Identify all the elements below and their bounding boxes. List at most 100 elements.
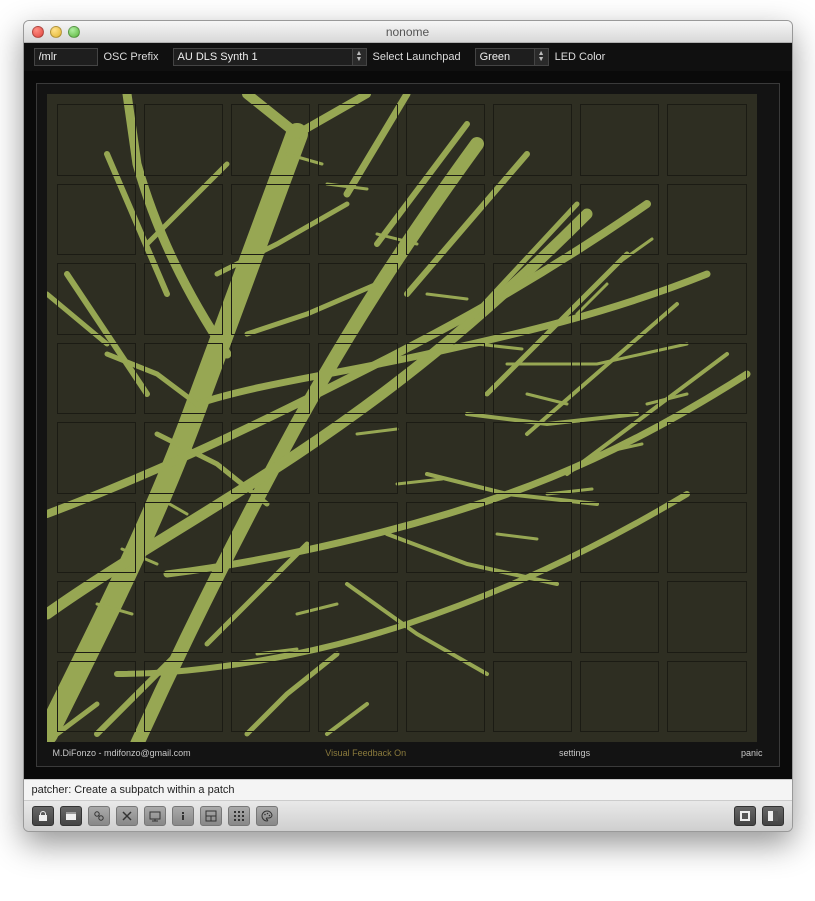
app-window: nonome OSC Prefix AU DLS Synth 1 ▲▼ Sele… [23,20,793,832]
pad-cell[interactable] [493,343,572,415]
pad-cell[interactable] [318,343,397,415]
bottom-toolbar [24,801,792,831]
osc-prefix-label: OSC Prefix [104,51,159,63]
pad-cell[interactable] [580,184,659,256]
pad-cell[interactable] [580,502,659,574]
pad-cell[interactable] [144,263,223,335]
pad-cell[interactable] [318,502,397,574]
pad-cell[interactable] [57,661,136,733]
osc-prefix-input[interactable] [34,48,98,66]
pad-cell[interactable] [318,104,397,176]
pad-cell[interactable] [406,104,485,176]
zoom-icon[interactable] [68,26,80,38]
pad-cell[interactable] [667,263,746,335]
pad-cell[interactable] [144,343,223,415]
pad-cell[interactable] [231,184,310,256]
pad-cell[interactable] [318,263,397,335]
lock-icon[interactable] [32,806,54,826]
led-color-label: LED Color [555,51,606,63]
close-x-icon[interactable] [116,806,138,826]
panic-button[interactable]: panic [679,748,763,758]
pad-cell[interactable] [57,104,136,176]
updown-icon[interactable]: ▲▼ [535,48,549,66]
window-icon[interactable] [60,806,82,826]
pad-cell[interactable] [57,502,136,574]
window-title: nonome [24,25,792,39]
pad-cell[interactable] [406,502,485,574]
pad-cell[interactable] [493,184,572,256]
pad-cell[interactable] [667,104,746,176]
link-icon[interactable] [88,806,110,826]
pad-cell[interactable] [493,104,572,176]
pad-cell[interactable] [667,502,746,574]
pad-cell[interactable] [493,581,572,653]
pad-cell[interactable] [406,581,485,653]
stage-footer: M.DiFonzo - mdifonzo@gmail.com Visual Fe… [47,742,769,760]
pad-cell[interactable] [406,422,485,494]
layout-icon[interactable] [200,806,222,826]
feedback-toggle[interactable]: Visual Feedback On [261,748,470,758]
pad-cell[interactable] [580,263,659,335]
pad-cell[interactable] [580,422,659,494]
pad-cell[interactable] [57,184,136,256]
pad-cell[interactable] [144,184,223,256]
pad-cell[interactable] [406,263,485,335]
topbar: OSC Prefix AU DLS Synth 1 ▲▼ Select Laun… [24,43,792,71]
titlebar[interactable]: nonome [24,21,792,43]
pad-cell[interactable] [318,661,397,733]
pad-cell[interactable] [493,661,572,733]
close-icon[interactable] [32,26,44,38]
minimize-icon[interactable] [50,26,62,38]
pad-cell[interactable] [231,581,310,653]
pad-cell[interactable] [231,104,310,176]
pad-cell[interactable] [580,581,659,653]
pad-cell[interactable] [231,661,310,733]
updown-icon[interactable]: ▲▼ [353,48,367,66]
led-color-value: Green [480,51,511,63]
traffic-lights [24,26,80,38]
pad-cell[interactable] [57,581,136,653]
pad-cell[interactable] [144,502,223,574]
pad-cell[interactable] [493,502,572,574]
pad-cell[interactable] [406,184,485,256]
settings-button[interactable]: settings [470,748,679,758]
pad-cell[interactable] [231,422,310,494]
view-compact-icon[interactable] [734,806,756,826]
pad-cell[interactable] [667,343,746,415]
palette-icon[interactable] [256,806,278,826]
led-color-select[interactable]: Green [475,48,535,66]
pad-cell[interactable] [580,343,659,415]
pad-cell[interactable] [144,661,223,733]
pad-cell[interactable] [144,581,223,653]
pad-cell[interactable] [406,343,485,415]
pad-cell[interactable] [667,661,746,733]
pad-cell[interactable] [667,422,746,494]
pad-cell[interactable] [580,661,659,733]
synth-select[interactable]: AU DLS Synth 1 [173,48,353,66]
pad-cell[interactable] [231,502,310,574]
pad-cell[interactable] [318,184,397,256]
pad-cell[interactable] [493,263,572,335]
credit-text: M.DiFonzo - mdifonzo@gmail.com [53,748,262,758]
canvas-area: M.DiFonzo - mdifonzo@gmail.com Visual Fe… [24,71,792,779]
grid-icon[interactable] [228,806,250,826]
pad-cell[interactable] [580,104,659,176]
pad-cell[interactable] [57,263,136,335]
pad-cell[interactable] [667,581,746,653]
hint-bar: patcher: Create a subpatch within a patc… [24,779,792,801]
pad-cell[interactable] [667,184,746,256]
pad-cell[interactable] [144,422,223,494]
pad-cell[interactable] [231,343,310,415]
pad-cell[interactable] [318,422,397,494]
pad-grid [47,94,757,742]
pad-cell[interactable] [493,422,572,494]
pad-cell[interactable] [144,104,223,176]
info-icon[interactable] [172,806,194,826]
view-split-icon[interactable] [762,806,784,826]
board-icon[interactable] [144,806,166,826]
pad-cell[interactable] [318,581,397,653]
pad-cell[interactable] [231,263,310,335]
pad-cell[interactable] [57,343,136,415]
pad-cell[interactable] [57,422,136,494]
pad-cell[interactable] [406,661,485,733]
